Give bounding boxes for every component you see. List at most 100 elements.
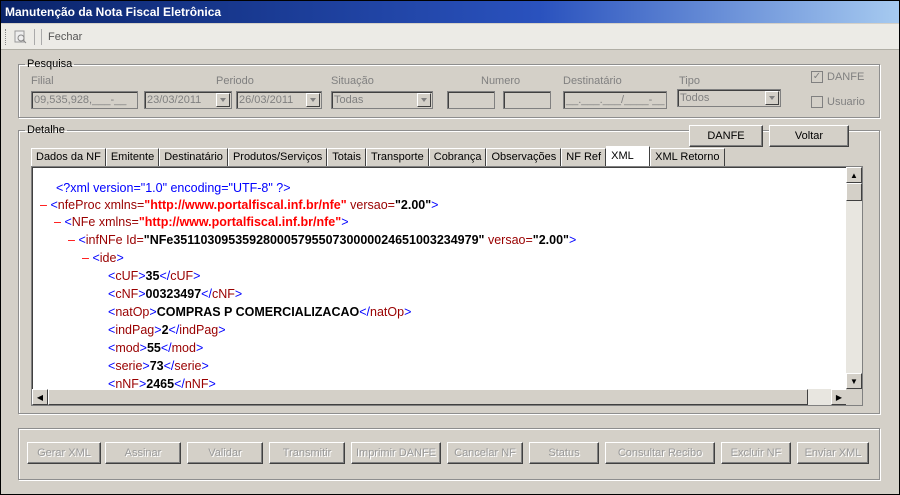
fechar-button[interactable]: Fechar bbox=[48, 31, 82, 43]
xml-tag-infnfe: infNFe bbox=[85, 233, 123, 247]
xml-tag: mod bbox=[115, 341, 140, 355]
tab-destinatario[interactable]: Destinatário bbox=[159, 148, 228, 166]
collapse-toggle-ide[interactable]: – bbox=[82, 251, 92, 265]
periodo-start-value: 23/03/2011 bbox=[147, 94, 202, 106]
xml-attr-value: "http://www.portalfiscal.inf.br/nfe" bbox=[138, 215, 342, 229]
chevron-down-icon[interactable] bbox=[216, 93, 230, 107]
tab-produtos-servicos[interactable]: Produtos/Serviços bbox=[227, 148, 328, 166]
tipo-value: Todos bbox=[680, 92, 710, 104]
tab-nf-ref[interactable]: NF Ref bbox=[561, 148, 607, 166]
xml-line-pi: <?xml version="1.0" encoding="UTF-8" ?> bbox=[56, 181, 291, 195]
toolbar-separator bbox=[34, 28, 42, 45]
xml-line-element: <cNF>00323497</cNF> bbox=[108, 287, 243, 301]
xml-line-element: <cUF>35</cUF> bbox=[108, 269, 201, 283]
xml-line-nfeproc: – <nfeProc xmlns="http://www.portalfisca… bbox=[40, 198, 439, 212]
xml-line-ide: – <ide> bbox=[82, 251, 124, 265]
xml-tag: nNF bbox=[184, 377, 209, 389]
periodo-end-value: 26/03/2011 bbox=[239, 94, 294, 106]
destinatario-input[interactable]: __.___.___/____-__ bbox=[563, 91, 667, 109]
xml-text: 2465 bbox=[146, 377, 175, 389]
chevron-down-icon[interactable] bbox=[306, 93, 320, 107]
filial-input[interactable]: 09,535,928,___-__ bbox=[31, 91, 138, 109]
numero-to-input[interactable] bbox=[503, 91, 551, 109]
situacao-value: Todas bbox=[334, 94, 364, 106]
consultar-recibo-button[interactable]: Consultar Recibo bbox=[605, 442, 715, 464]
excluir-nf-button[interactable]: Excluir NF bbox=[721, 442, 791, 464]
chevron-down-icon[interactable] bbox=[765, 91, 779, 105]
periodo-start-field[interactable]: 23/03/2011 bbox=[144, 91, 232, 109]
collapse-toggle-nfe[interactable]: – bbox=[54, 215, 64, 229]
transmitir-button[interactable]: Transmitir bbox=[269, 442, 345, 464]
tab-emitente[interactable]: Emitente bbox=[105, 148, 160, 166]
xml-text: 73 bbox=[149, 359, 164, 373]
enviar-xml-button[interactable]: Enviar XML bbox=[797, 442, 869, 464]
xml-attr: Id= bbox=[126, 233, 144, 247]
xml-attr: xmlns= bbox=[98, 215, 139, 229]
toolbar-grip[interactable] bbox=[5, 28, 8, 45]
tab-dados-nf[interactable]: Dados da NF bbox=[31, 148, 106, 166]
gerar-xml-button[interactable]: Gerar XML bbox=[27, 442, 101, 464]
collapse-toggle-infnfe[interactable]: – bbox=[68, 233, 78, 247]
xml-viewer[interactable]: <?xml version="1.0" encoding="UTF-8" ?> … bbox=[31, 166, 863, 406]
horizontal-scrollbar[interactable]: ◀ ▶ bbox=[32, 389, 847, 405]
xml-attr: xmlns= bbox=[104, 198, 145, 212]
tab-xml[interactable]: XML bbox=[606, 146, 651, 166]
pesquisa-legend: Pesquisa bbox=[27, 58, 73, 70]
xml-tag: cNF bbox=[211, 287, 235, 301]
vertical-scroll-thumb[interactable] bbox=[846, 183, 862, 201]
scroll-down-arrow-icon[interactable]: ▼ bbox=[846, 373, 862, 389]
xml-content: <?xml version="1.0" encoding="UTF-8" ?> … bbox=[32, 167, 847, 389]
toolbar: Fechar bbox=[1, 24, 899, 50]
xml-line-element: <nNF>2465</nNF> bbox=[108, 377, 216, 389]
xml-tag-ide: ide bbox=[99, 251, 117, 265]
tipo-select[interactable]: Todos bbox=[677, 89, 781, 107]
xml-tag: nNF bbox=[115, 377, 139, 389]
xml-tag: indPag bbox=[179, 323, 219, 337]
situacao-label: Situação bbox=[331, 75, 374, 87]
scroll-up-arrow-icon[interactable]: ▲ bbox=[846, 167, 862, 183]
xml-attr-value: "2.00" bbox=[532, 233, 569, 247]
periodo-end-field[interactable]: 26/03/2011 bbox=[236, 91, 322, 109]
xml-text: COMPRAS P COMERCIALIZACAO bbox=[156, 305, 360, 319]
numero-from-input[interactable] bbox=[447, 91, 495, 109]
scroll-left-arrow-icon[interactable]: ◀ bbox=[32, 389, 48, 405]
tab-cobranca[interactable]: Cobrança bbox=[428, 148, 487, 166]
tab-xml-retorno[interactable]: XML Retorno bbox=[650, 148, 725, 166]
main-window: Manutenção da Nota Fiscal Eletrônica Fec… bbox=[0, 0, 900, 495]
imprimir-danfe-button[interactable]: Imprimir DANFE bbox=[351, 442, 441, 464]
collapse-toggle-nfeproc[interactable]: – bbox=[40, 198, 50, 212]
xml-attr-value: "2.00" bbox=[394, 198, 432, 212]
danfe-checkbox-label: DANFE bbox=[827, 71, 865, 83]
xml-line-element: <natOp>COMPRAS P COMERCIALIZACAO</natOp> bbox=[108, 305, 412, 319]
situacao-select[interactable]: Todas bbox=[331, 91, 433, 109]
tab-totais[interactable]: Totais bbox=[327, 148, 366, 166]
status-button[interactable]: Status bbox=[529, 442, 599, 464]
danfe-checkbox[interactable]: ✓ bbox=[811, 71, 823, 83]
cancelar-nf-button[interactable]: Cancelar NF bbox=[447, 442, 523, 464]
scroll-right-arrow-icon[interactable]: ▶ bbox=[831, 389, 847, 405]
xml-tag: natOp bbox=[115, 305, 150, 319]
xml-line-nfe: – <NFe xmlns="http://www.portalfiscal.in… bbox=[54, 215, 349, 229]
horizontal-scroll-thumb[interactable] bbox=[48, 389, 808, 405]
chevron-down-icon[interactable] bbox=[417, 93, 431, 107]
xml-text: 35 bbox=[145, 269, 160, 283]
xml-tag-nfe: NFe bbox=[71, 215, 96, 229]
danfe-button[interactable]: DANFE bbox=[689, 125, 763, 147]
xml-processing-instruction: <?xml version="1.0" encoding="UTF-8" ?> bbox=[56, 181, 291, 195]
xml-line-element: <indPag>2</indPag> bbox=[108, 323, 226, 337]
numero-label: Numero bbox=[481, 75, 521, 87]
xml-tag: serie bbox=[115, 359, 143, 373]
filial-label: Filial bbox=[31, 75, 54, 87]
window-title: Manutenção da Nota Fiscal Eletrônica bbox=[1, 1, 899, 23]
validar-button[interactable]: Validar bbox=[187, 442, 263, 464]
vertical-scrollbar[interactable]: ▲ ▼ bbox=[846, 167, 862, 389]
usuario-checkbox[interactable] bbox=[811, 96, 823, 108]
xml-text: 00323497 bbox=[145, 287, 202, 301]
print-preview-icon[interactable] bbox=[12, 29, 28, 45]
tab-observacoes[interactable]: Observações bbox=[486, 148, 562, 166]
xml-tag-nfeproc: nfeProc bbox=[57, 198, 101, 212]
assinar-button[interactable]: Assinar bbox=[105, 442, 181, 464]
tab-transporte[interactable]: Transporte bbox=[365, 148, 429, 166]
destinatario-label: Destinatário bbox=[563, 75, 622, 87]
voltar-button[interactable]: Voltar bbox=[769, 125, 849, 147]
